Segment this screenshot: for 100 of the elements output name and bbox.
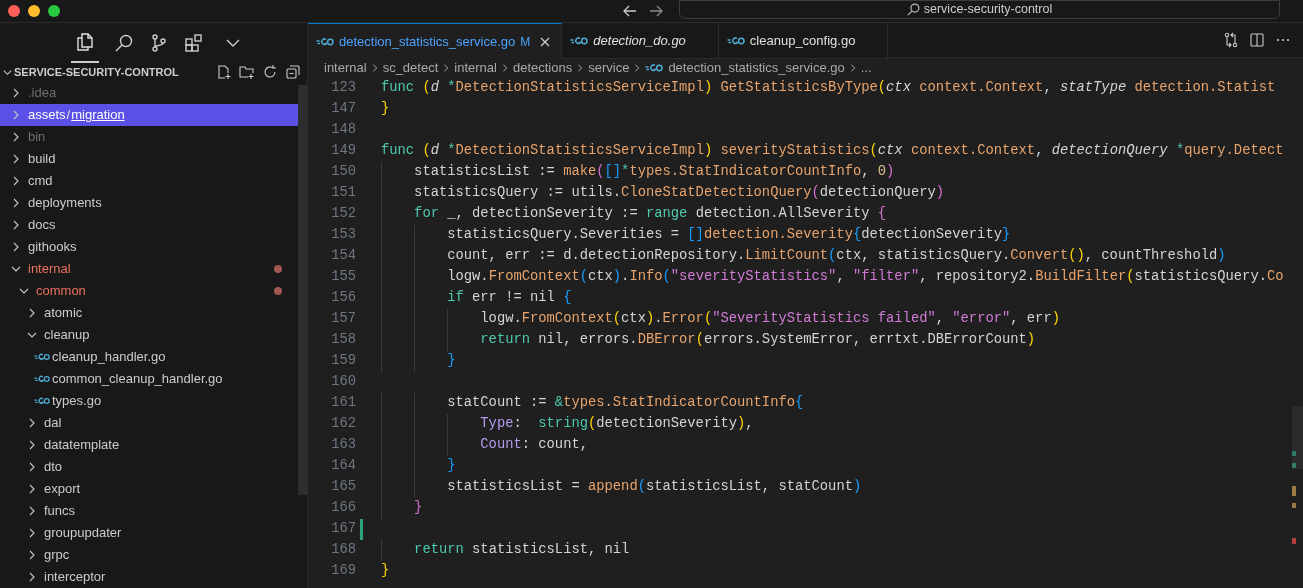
folder-tree-item[interactable]: deployments <box>0 192 298 214</box>
code-line: statCount := &types.StatIndicatorCountInfo{ <box>447 394 804 413</box>
editor-tab[interactable]: detection_statistics_service.go M <box>308 23 563 59</box>
breadcrumb-item[interactable]: sc_detect <box>382 58 439 78</box>
breadcrumb-item[interactable]: detection_statistics_service.go <box>668 58 845 78</box>
close-icon[interactable] <box>539 35 552 48</box>
line-number: 147 <box>330 100 356 119</box>
line-number: 155 <box>330 268 356 287</box>
code-line: logw.FromContext(ctx).Error("SeverityStatistics failed", "error", err) <box>480 310 1060 329</box>
code-line: statisticsQuery := utils.CloneStatDetectionQuery(detectionQuery) <box>414 184 945 203</box>
code-line: for _, detectionSeverity := range detection.AllSeverity { <box>414 205 887 224</box>
folder-tree-item[interactable]: internal <box>0 258 298 280</box>
file-type-icon <box>34 374 50 384</box>
file-type-icon <box>34 396 50 406</box>
folder-tree-item[interactable]: groupupdater <box>0 522 298 544</box>
line-number: 163 <box>330 436 356 455</box>
breadcrumb-item[interactable]: detections <box>512 58 573 78</box>
code-line: count, err := d.detectionRepository.LimitCount(ctx, statisticsQuery.Convert(), countThreshold) <box>447 247 1226 266</box>
folder-tree-item[interactable]: githooks <box>0 236 298 258</box>
line-number: 161 <box>330 394 356 413</box>
extensions-icon[interactable] <box>183 32 204 53</box>
line-number: 156 <box>330 289 356 308</box>
code-line: } <box>381 562 390 581</box>
line-number: 167 <box>330 520 356 539</box>
file-tree-item[interactable]: common_cleanup_handler.go <box>0 368 298 390</box>
files-icon <box>74 31 95 52</box>
command-center-search[interactable]: service-security-control <box>679 0 1280 19</box>
code-line: func (d *DetectionStatisticsServiceImpl) severityStatistics(ctx context.Context, detectionQuery *query.Detect <box>381 142 1284 161</box>
breadcrumb-more[interactable]: ... <box>860 58 872 78</box>
folder-tree-item[interactable]: assets/migration <box>0 104 298 126</box>
folder-tree-item[interactable]: cmd <box>0 170 298 192</box>
file-type-icon <box>645 63 664 73</box>
new-folder-icon[interactable] <box>239 64 255 80</box>
code-line: } <box>447 457 456 476</box>
folder-tree-item[interactable]: common <box>0 280 298 302</box>
code-line: } <box>447 352 456 371</box>
breadcrumb-item[interactable]: service <box>588 58 630 78</box>
editor-tab[interactable]: cleanup_config.go <box>718 23 889 59</box>
command-center-text: service-security-control <box>923 1 1053 19</box>
close-window-button[interactable] <box>8 5 20 17</box>
folder-tree-item[interactable]: bin <box>0 126 298 148</box>
file-type-icon <box>726 35 745 46</box>
folder-tree-item[interactable]: dto <box>0 456 298 478</box>
folder-tree-item[interactable]: docs <box>0 214 298 236</box>
code-line: logw.FromContext(ctx).Info("severityStatistics", "filter", repository2.BuildFilter(statisticsQuery.Co <box>447 268 1284 287</box>
breadcrumb-item[interactable]: internal <box>454 58 497 78</box>
folder-tree-item[interactable]: export <box>0 478 298 500</box>
line-number: 123 <box>330 79 356 98</box>
new-file-icon[interactable] <box>216 64 232 80</box>
line-number: 159 <box>330 352 356 371</box>
refresh-icon[interactable] <box>262 64 278 80</box>
file-tree-item[interactable]: cleanup_handler.go <box>0 346 298 368</box>
maximize-window-button[interactable] <box>48 5 60 17</box>
editor-tab[interactable]: detection_do.go <box>562 23 719 59</box>
search-icon[interactable] <box>113 32 134 53</box>
forward-arrow-icon[interactable] <box>649 4 663 18</box>
code-line: } <box>381 100 390 119</box>
file-tree-item[interactable]: types.go <box>0 390 298 412</box>
folder-tree-item[interactable]: atomic <box>0 302 298 324</box>
folder-tree-item[interactable]: datatemplate <box>0 434 298 456</box>
folder-tree-item[interactable]: .idea <box>0 82 298 104</box>
minimize-window-button[interactable] <box>28 5 40 17</box>
code-line: return nil, errors.DBError(errors.SystemError, errtxt.DBErrorCount) <box>480 331 1036 350</box>
line-number: 148 <box>330 121 356 140</box>
line-number: 160 <box>330 373 356 392</box>
code-line: return statisticsList, nil <box>414 541 630 560</box>
code-line: statisticsList := make([]*types.StatIndicatorCountInfo, 0) <box>414 163 895 182</box>
line-number: 149 <box>330 142 356 161</box>
line-number: 166 <box>330 499 356 518</box>
search-icon <box>906 3 920 16</box>
line-number: 154 <box>330 247 356 266</box>
back-arrow-icon[interactable] <box>623 4 637 18</box>
scrollbar-thumb[interactable] <box>298 85 307 495</box>
line-number: 168 <box>330 541 356 560</box>
line-number: 151 <box>330 184 356 203</box>
line-number: 152 <box>330 205 356 224</box>
folder-tree-item[interactable]: dal <box>0 412 298 434</box>
code-line: } <box>414 499 423 518</box>
line-number: 153 <box>330 226 356 245</box>
line-number: 169 <box>330 562 356 581</box>
file-type-icon <box>316 36 334 47</box>
folder-tree-item[interactable]: funcs <box>0 500 298 522</box>
code-line: func (d *DetectionStatisticsServiceImpl) GetStatisticsByType(ctx context.Context, statType detection.Statist <box>381 79 1276 98</box>
folder-tree-item[interactable]: interceptor <box>0 566 298 588</box>
line-number: 164 <box>330 457 356 476</box>
folder-tree-item[interactable]: grpc <box>0 544 298 566</box>
code-line: statisticsList = append(statisticsList, statCount) <box>447 478 862 497</box>
code-line: statisticsQuery.Severities = []detection.Severity{detectionSeverity} <box>447 226 1011 245</box>
breadcrumb-item[interactable]: internal <box>324 58 367 78</box>
split-editor-icon[interactable] <box>1249 32 1265 48</box>
folder-tree-item[interactable]: build <box>0 148 298 170</box>
line-number: 165 <box>330 478 356 497</box>
compare-changes-icon[interactable] <box>1223 32 1239 48</box>
code-line: Type: string(detectionSeverity), <box>480 415 754 434</box>
folder-tree-item[interactable]: cleanup <box>0 324 298 346</box>
code-line: Count: count, <box>480 436 588 455</box>
collapse-all-icon[interactable] <box>285 64 301 80</box>
explorer-header[interactable]: SERVICE-SECURITY-CONTROL <box>14 63 179 81</box>
line-number: 162 <box>330 415 356 434</box>
code-line: if err != nil { <box>447 289 572 308</box>
